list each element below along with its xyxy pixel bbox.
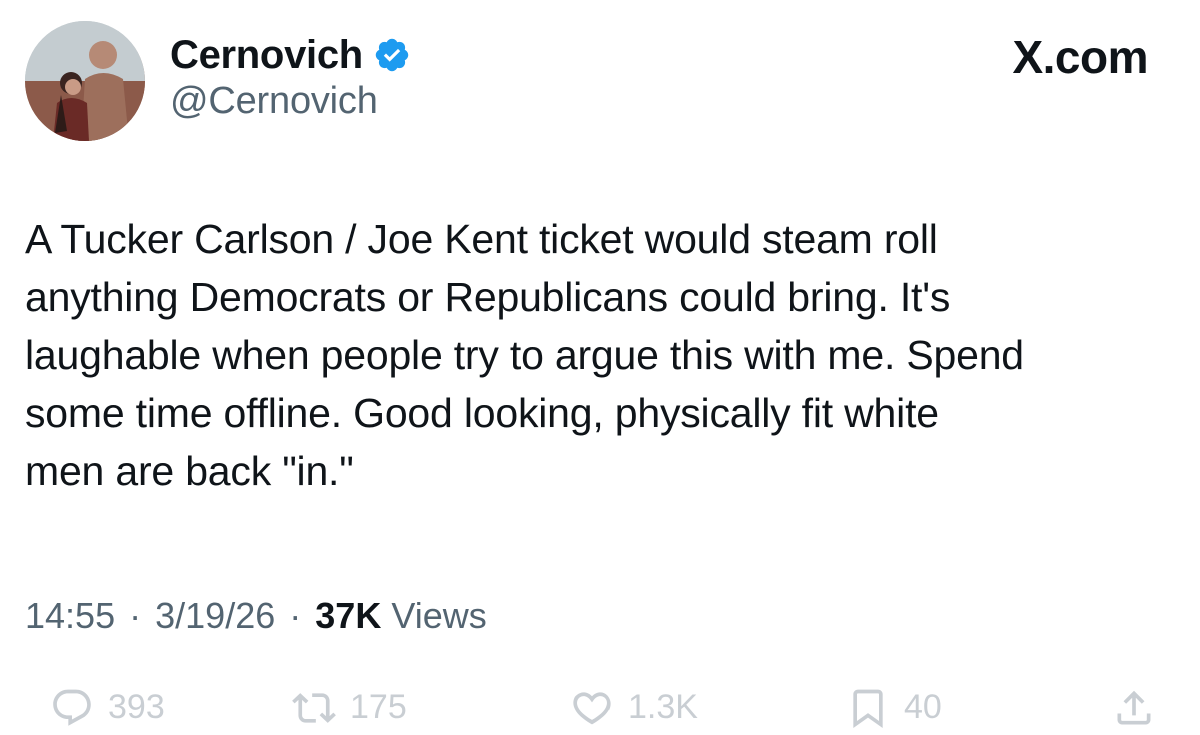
reply-count: 393 (108, 688, 165, 726)
brand-logo: X.com (1012, 31, 1148, 83)
author-name-row: Cernovich (170, 33, 411, 77)
tweet-meta: 14:55 · 3/19/26 · 37K Views (25, 595, 487, 637)
share-button[interactable] (1112, 680, 1156, 735)
reply-icon (50, 686, 94, 730)
tweet-time[interactable]: 14:55 (25, 595, 115, 636)
action-bar: 393 175 1.3K 40 (0, 680, 1200, 735)
meta-separator: · (289, 595, 302, 636)
heart-icon (570, 686, 614, 730)
bookmark-icon (846, 686, 890, 730)
tweet-card: Cernovich @Cernovich X.com A Tucker Carl… (0, 0, 1200, 735)
like-count: 1.3K (628, 688, 698, 726)
repost-count: 175 (350, 688, 407, 726)
avatar-photo (25, 21, 145, 141)
meta-separator: · (129, 595, 142, 636)
author-handle[interactable]: @Cernovich (170, 80, 378, 123)
reply-button[interactable]: 393 (50, 680, 165, 735)
repost-icon (292, 686, 336, 730)
like-button[interactable]: 1.3K (570, 680, 698, 735)
bookmark-button[interactable]: 40 (846, 680, 942, 735)
verified-badge-icon (373, 36, 411, 74)
repost-button[interactable]: 175 (292, 680, 407, 735)
share-icon (1112, 686, 1156, 730)
views-label: Views (391, 595, 487, 636)
tweet-text: A Tucker Carlson / Joe Kent ticket would… (25, 216, 1024, 494)
views-count: 37K (315, 595, 382, 636)
avatar[interactable] (25, 21, 145, 141)
tweet-date[interactable]: 3/19/26 (155, 595, 275, 636)
bookmark-count: 40 (904, 688, 942, 726)
author-name[interactable]: Cernovich (170, 33, 363, 78)
